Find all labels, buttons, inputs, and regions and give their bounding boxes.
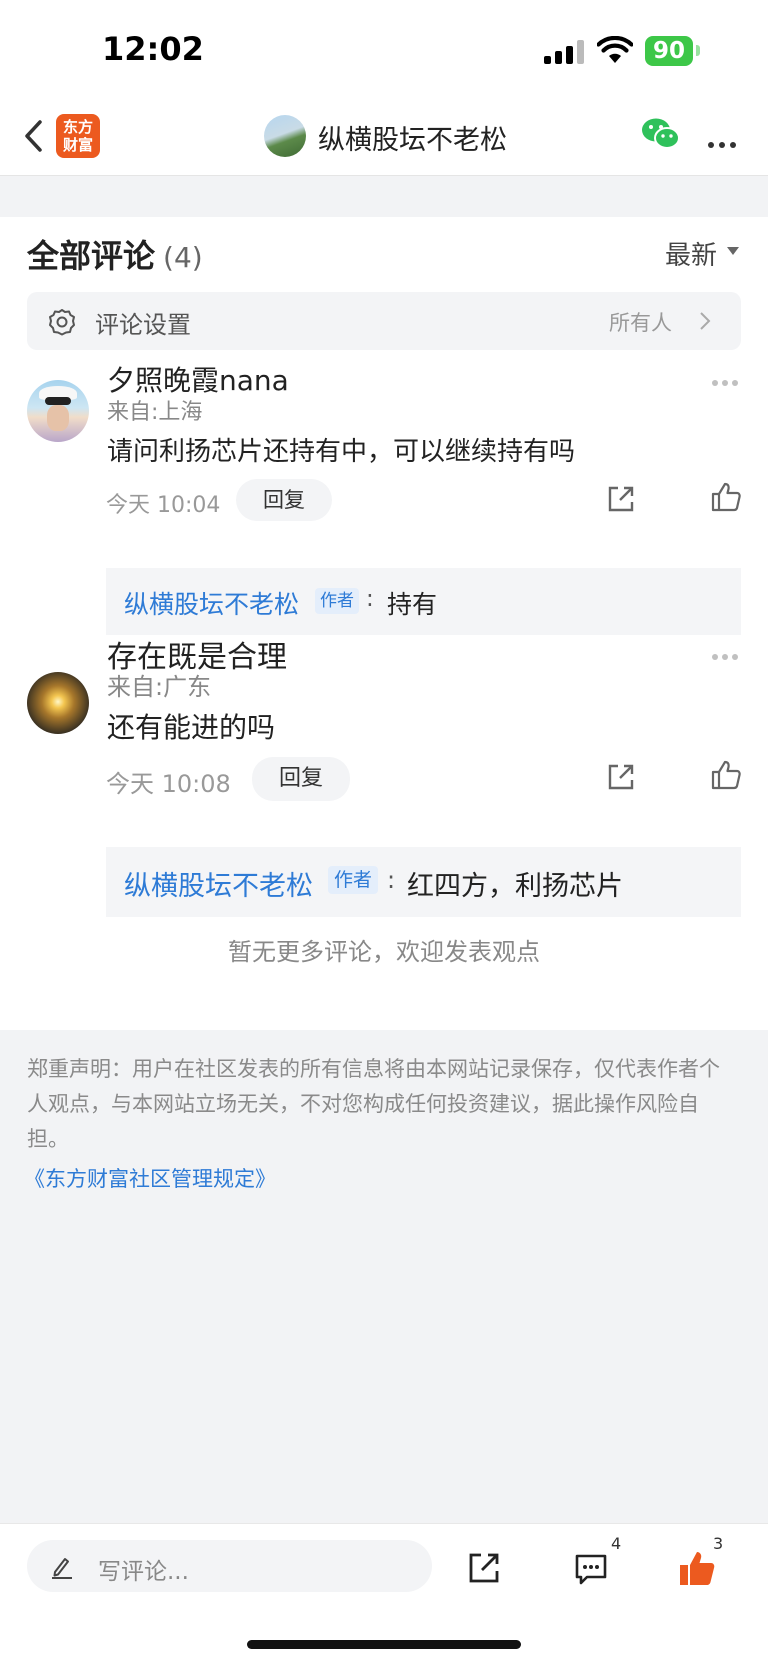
logo-line-2: 财富 [62, 136, 93, 154]
signal-icon [544, 40, 586, 64]
community-rules-link[interactable]: 《东方财富社区管理规定》 [24, 1163, 276, 1193]
share-icon[interactable] [605, 483, 637, 515]
commenter-avatar[interactable] [27, 672, 89, 734]
comment-time: 今天 10:04 [106, 493, 221, 518]
author-reply-name[interactable]: 纵横股坛不老松 [124, 864, 313, 903]
author-badge: 作者 [315, 588, 359, 614]
comment-settings-label: 评论设置 [95, 311, 191, 339]
chevron-right-icon [700, 312, 711, 330]
status-bar: 12:02 90 [0, 0, 768, 100]
author-reply-colon: : [366, 586, 374, 612]
author-reply-name[interactable]: 纵横股坛不老松 [124, 585, 299, 621]
comment-count-badge: 4 [611, 1534, 622, 1553]
author-reply-colon: : [387, 866, 396, 894]
battery-tip [696, 45, 700, 56]
share-icon[interactable] [605, 761, 637, 793]
comment-more-icon[interactable] [712, 645, 742, 664]
comment-text[interactable]: 还有能进的吗 [107, 706, 275, 746]
gear-icon [49, 309, 75, 336]
author-badge: 作者 [328, 866, 378, 894]
no-more-comments: 暂无更多评论，欢迎发表观点 [228, 938, 540, 966]
author-reply: 纵横股坛不老松 作者 : 持有 [106, 568, 741, 635]
battery-icon: 90 [645, 36, 693, 66]
comments-title: 全部评论 [27, 237, 156, 275]
wechat-share-icon[interactable] [641, 116, 681, 152]
like-icon[interactable] [710, 759, 742, 791]
back-arrow-icon[interactable] [22, 118, 46, 154]
comment-input-placeholder: 写评论... [98, 1559, 189, 1585]
comment-location: 来自:广东 [107, 673, 212, 701]
like-filled-icon[interactable] [678, 1548, 716, 1588]
comment-time: 今天 10:08 [106, 770, 231, 798]
comment-username[interactable]: 夕照晚霞nana [107, 359, 289, 399]
app-logo[interactable]: 东方 财富 [56, 114, 100, 158]
disclaimer-text: 郑重声明：用户在社区发表的所有信息将由本网站记录保存，仅代表作者个人观点，与本网… [27, 1057, 720, 1151]
share-icon[interactable] [467, 1551, 501, 1585]
reply-button[interactable]: 回复 [252, 757, 350, 801]
comments-header: 全部评论 (4) [27, 231, 203, 277]
top-nav-bar: 东方 财富 纵横股坛不老松 [0, 100, 768, 176]
comment-bubble-icon[interactable] [573, 1551, 609, 1587]
sort-dropdown[interactable]: 最新 [665, 235, 717, 272]
author-avatar[interactable] [264, 115, 306, 157]
comment-location: 来自:上海 [107, 400, 203, 425]
logo-line-1: 东方 [62, 118, 93, 136]
comments-count: (4) [163, 241, 203, 274]
wifi-icon [597, 36, 633, 63]
reply-button[interactable]: 回复 [236, 479, 332, 521]
page-title[interactable]: 纵横股坛不老松 [318, 118, 507, 157]
home-indicator [247, 1640, 521, 1649]
sort-arrow-icon[interactable] [727, 247, 739, 255]
bottom-action-bar: 写评论... 4 3 [0, 1523, 768, 1666]
like-count-badge: 3 [713, 1534, 724, 1553]
author-reply-text: 持有 [387, 590, 438, 619]
like-icon[interactable] [710, 481, 742, 513]
comment-input[interactable]: 写评论... [27, 1540, 432, 1592]
battery-level: 90 [652, 38, 685, 64]
comment-settings-row[interactable]: 评论设置 所有人 [27, 292, 741, 350]
comment-settings-value: 所有人 [609, 311, 672, 335]
more-options-icon[interactable] [708, 133, 741, 152]
comments-section: 全部评论 (4) 最新 评论设置 所有人 夕照晚霞nana 来自:上海 请问利扬芯… [0, 217, 768, 1030]
commenter-avatar[interactable] [27, 380, 89, 442]
pencil-icon [52, 1558, 72, 1579]
comment-text[interactable]: 请问利扬芯片还持有中，可以继续持有吗 [107, 431, 575, 468]
comment-more-icon[interactable] [712, 371, 742, 390]
author-reply-text: 红四方，利扬芯片 [407, 871, 623, 902]
status-time: 12:02 [102, 30, 204, 68]
author-reply: 纵横股坛不老松 作者 : 红四方，利扬芯片 [106, 847, 741, 917]
